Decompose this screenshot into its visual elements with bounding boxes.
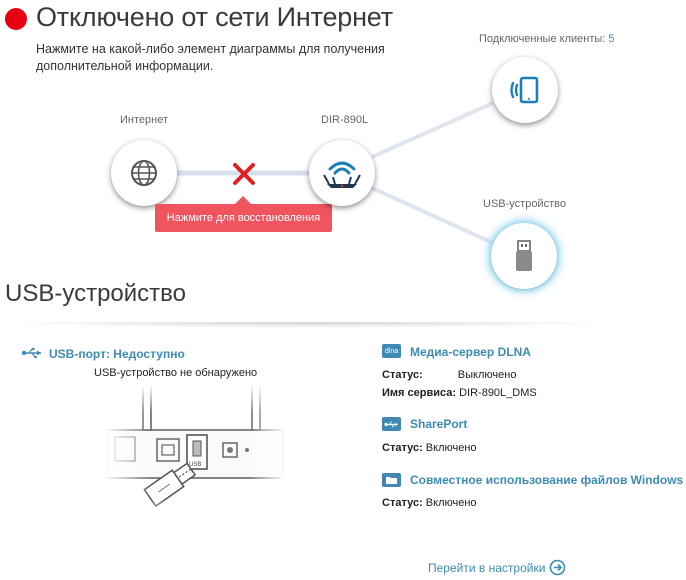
- dlna-status-value: Выключено: [457, 369, 517, 381]
- usb-port-status-link[interactable]: USB-порт: Недоступно: [49, 347, 185, 361]
- router-label: DIR-890L: [321, 114, 369, 126]
- router-node[interactable]: [309, 140, 375, 206]
- dlna-server-link[interactable]: Медиа-сервер DLNA: [410, 345, 531, 359]
- shareport-link[interactable]: SharePort: [410, 417, 467, 431]
- dlna-status-row: Статус: Выключено: [382, 369, 516, 381]
- shareport-status-value: Включено: [425, 442, 477, 454]
- usb-port-illustration: [105, 385, 285, 520]
- clients-count[interactable]: 5: [608, 33, 614, 45]
- usb-stick-icon: [516, 240, 532, 271]
- windows-sharing-status-label: Статус:: [382, 497, 423, 509]
- disconnected-x-icon[interactable]: [232, 162, 256, 186]
- dlna-service-name-value: DIR-890L_DMS: [459, 387, 537, 399]
- dlna-icon-text: dlna: [384, 347, 399, 355]
- windows-sharing-icon: [382, 473, 401, 487]
- usb-symbol-icon: [21, 347, 41, 359]
- dlna-service-name-label: Имя сервиса:: [382, 387, 457, 399]
- section-divider: [0, 322, 616, 328]
- internet-label: Интернет: [120, 114, 168, 126]
- globe-icon: [131, 160, 157, 186]
- usb-not-found-text: USB-устройство не обнаружено: [94, 367, 258, 379]
- restore-connection-tooltip[interactable]: Нажмите для восстановления: [155, 196, 332, 232]
- windows-file-sharing-link[interactable]: Совместное использование файлов Windows: [410, 473, 683, 487]
- clients-label: Подключенные клиенты: 5: [479, 33, 615, 45]
- usb-port-sticker: USB: [189, 462, 202, 468]
- usb-section-title: USB-устройство: [5, 280, 186, 307]
- tablet-icon: [510, 76, 539, 104]
- internet-node[interactable]: [111, 140, 177, 206]
- windows-sharing-status-value: Включено: [425, 497, 477, 509]
- go-to-settings-text: Перейти в настройки: [428, 560, 546, 575]
- router-icon: [323, 161, 361, 188]
- clients-node[interactable]: [492, 57, 558, 123]
- shareport-icon: [382, 417, 401, 431]
- usb-device-label: USB-устройство: [483, 198, 566, 210]
- shareport-status-row: Статус: Включено: [382, 442, 477, 454]
- usb-device-node[interactable]: [491, 223, 557, 289]
- dlna-icon: dlna: [382, 344, 401, 358]
- go-to-settings-link[interactable]: Перейти в настройки: [428, 559, 566, 576]
- dlna-service-name-row: Имя сервиса: DIR-890L_DMS: [382, 387, 537, 399]
- dlna-status-label: Статус:: [382, 369, 423, 381]
- shareport-status-label: Статус:: [382, 442, 423, 454]
- clients-label-text: Подключенные клиенты:: [479, 33, 606, 45]
- arrow-circle-right-icon: [550, 559, 566, 576]
- windows-sharing-status-row: Статус: Включено: [382, 497, 477, 509]
- restore-tooltip-text: Нажмите для восстановления: [166, 212, 321, 224]
